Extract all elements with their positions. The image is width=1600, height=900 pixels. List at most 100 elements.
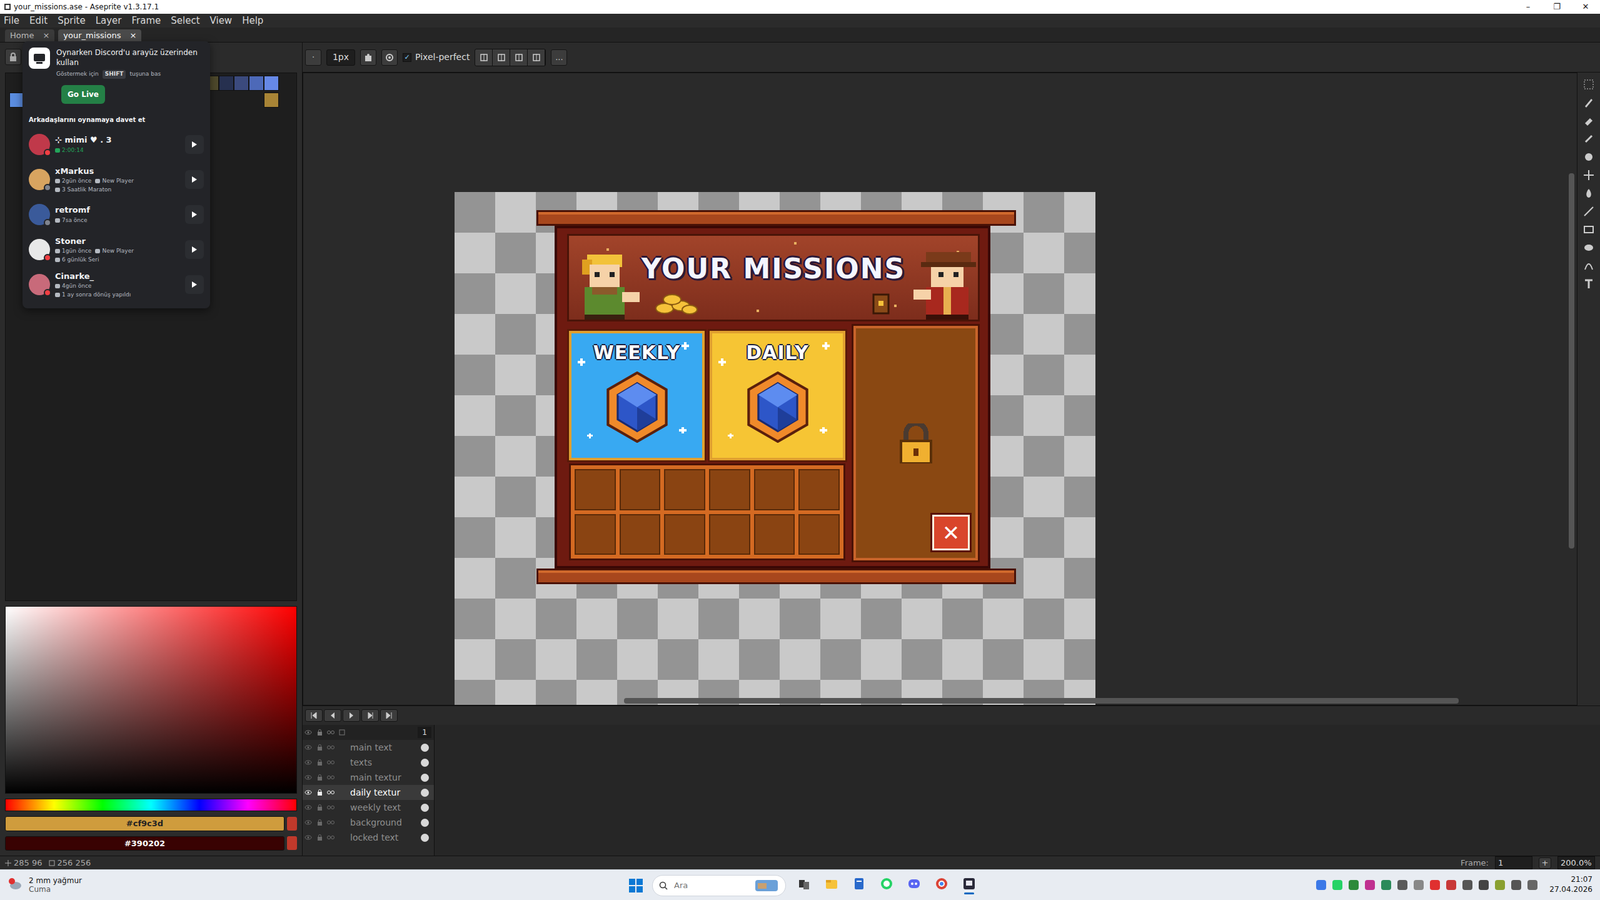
layer-row[interactable]: texts — [302, 754, 434, 770]
visibility-eye-icon[interactable] — [302, 829, 314, 845]
menu-item[interactable]: Select — [170, 13, 200, 29]
tool-icon[interactable] — [1581, 113, 1597, 128]
weather-widget[interactable]: 2 mm yağmurCuma — [7, 875, 196, 895]
layer-row[interactable]: weekly text — [302, 799, 434, 815]
tab-close[interactable]: × — [129, 29, 137, 42]
palette-swatch[interactable] — [233, 75, 249, 91]
layer-row[interactable]: background — [302, 814, 434, 830]
invite-arrow-icon[interactable] — [185, 170, 204, 189]
friend-row[interactable]: ⊹ mimi ♥ . 32:00:14 — [28, 126, 204, 162]
tray-icon[interactable] — [1332, 879, 1343, 890]
link-icon[interactable] — [325, 739, 337, 755]
invite-arrow-icon[interactable] — [185, 240, 204, 259]
friend-row[interactable]: retromf7sa önce — [28, 196, 204, 232]
taskbar-app[interactable] — [794, 872, 814, 898]
onion-icon[interactable] — [336, 724, 348, 740]
color-pin-button[interactable] — [286, 816, 297, 831]
playback-icon[interactable] — [380, 709, 398, 722]
tool-icon[interactable] — [1581, 276, 1597, 291]
symmetry-icon[interactable] — [510, 49, 528, 66]
lock-icon[interactable] — [313, 769, 326, 785]
tool-icon[interactable] — [1581, 240, 1597, 255]
color-pin-button[interactable] — [286, 835, 297, 850]
horizontal-scrollbar[interactable] — [623, 697, 1459, 704]
document-tab[interactable]: Home× — [5, 29, 55, 42]
layer-cel[interactable] — [417, 743, 432, 752]
sprite-canvas[interactable]: YOUR MISSIONSWEEKLYDAILY✕ — [454, 191, 1096, 706]
ink-icon[interactable] — [360, 49, 377, 66]
search-input[interactable] — [672, 878, 742, 893]
invite-arrow-icon[interactable] — [185, 275, 204, 294]
symmetry-icon[interactable] — [475, 49, 493, 66]
layer-row[interactable]: main text — [302, 739, 434, 755]
vertical-scrollbar[interactable] — [1568, 173, 1575, 549]
lock-icon[interactable] — [313, 829, 326, 845]
layer-cel[interactable] — [417, 833, 432, 842]
link-icon[interactable] — [325, 799, 337, 815]
cel-area[interactable] — [433, 724, 1600, 856]
playback-icon[interactable] — [342, 709, 361, 722]
taskbar-app[interactable] — [932, 872, 951, 898]
tool-icon[interactable] — [1581, 95, 1597, 110]
menu-item[interactable]: Edit — [29, 13, 48, 29]
link-icon[interactable] — [325, 754, 337, 770]
tray-icon[interactable] — [1397, 879, 1408, 890]
tray-icon[interactable] — [1316, 879, 1327, 890]
tray-icon[interactable] — [1429, 879, 1440, 890]
color-picker[interactable] — [5, 605, 297, 794]
layer-cel[interactable] — [417, 803, 432, 812]
taskbar-app[interactable] — [959, 872, 979, 898]
layer-cel[interactable] — [417, 818, 432, 827]
visibility-eye-icon[interactable] — [302, 769, 314, 785]
tab-close[interactable]: × — [42, 29, 50, 42]
tray-icon[interactable] — [1511, 879, 1522, 890]
zoom-field[interactable]: 200.0% — [1557, 855, 1595, 870]
taskbar-app[interactable] — [822, 872, 841, 898]
friend-row[interactable]: Stoner1gün önceNew Player6 günlük Seri — [28, 231, 204, 267]
link-icon[interactable] — [325, 784, 337, 800]
canvas-area[interactable]: YOUR MISSIONSWEEKLYDAILY✕ — [302, 72, 1578, 706]
opacity-icon[interactable] — [381, 49, 398, 66]
menu-item[interactable]: Help — [241, 13, 264, 29]
lock-icon[interactable] — [313, 814, 326, 830]
lock-icon[interactable] — [313, 724, 326, 740]
foreground-color[interactable]: #cf9c3d — [5, 815, 285, 831]
taskbar-app[interactable] — [877, 872, 896, 898]
layer-cel[interactable] — [417, 788, 432, 797]
brush-type-button[interactable]: · — [305, 49, 322, 66]
menu-item[interactable]: File — [3, 13, 20, 29]
brush-size-field[interactable]: 1px — [326, 49, 356, 66]
palette-swatch[interactable] — [218, 75, 234, 91]
menu-item[interactable]: Sprite — [57, 13, 86, 29]
palette-swatch[interactable] — [248, 75, 264, 91]
tray-icon[interactable] — [1381, 879, 1392, 890]
invite-arrow-icon[interactable] — [185, 135, 204, 154]
layer-row[interactable]: locked text — [302, 829, 434, 845]
tray-icon[interactable] — [1527, 879, 1538, 890]
taskbar-app[interactable] — [904, 872, 924, 898]
lock-icon[interactable] — [313, 754, 326, 770]
invite-arrow-icon[interactable] — [185, 205, 204, 224]
lock-icon[interactable] — [313, 784, 326, 800]
tray-icon[interactable] — [1494, 879, 1505, 890]
eye-icon[interactable] — [302, 724, 314, 740]
mission-card[interactable]: WEEKLY — [568, 330, 705, 461]
tray-icon[interactable] — [1462, 879, 1473, 890]
layer-cel[interactable] — [417, 758, 432, 767]
clock[interactable]: 21:0727.04.2026 — [1543, 874, 1593, 895]
playback-icon[interactable] — [305, 709, 323, 722]
visibility-eye-icon[interactable] — [302, 799, 314, 815]
visibility-eye-icon[interactable] — [302, 784, 314, 800]
mission-card[interactable]: DAILY — [709, 330, 846, 461]
tool-icon[interactable] — [1581, 186, 1597, 201]
window-control[interactable]: ✕ — [1571, 0, 1600, 14]
pixel-perfect-checkbox[interactable]: ✓Pixel-perfect — [402, 50, 470, 64]
tray-icon[interactable] — [1446, 879, 1457, 890]
visibility-eye-icon[interactable] — [302, 814, 314, 830]
tray-icon[interactable] — [1478, 879, 1489, 890]
windows-start-icon[interactable] — [628, 877, 644, 893]
lock-icon[interactable] — [313, 739, 326, 755]
search-box[interactable] — [652, 874, 786, 896]
tool-icon[interactable] — [1581, 168, 1597, 182]
tray-icon[interactable] — [1348, 879, 1359, 890]
